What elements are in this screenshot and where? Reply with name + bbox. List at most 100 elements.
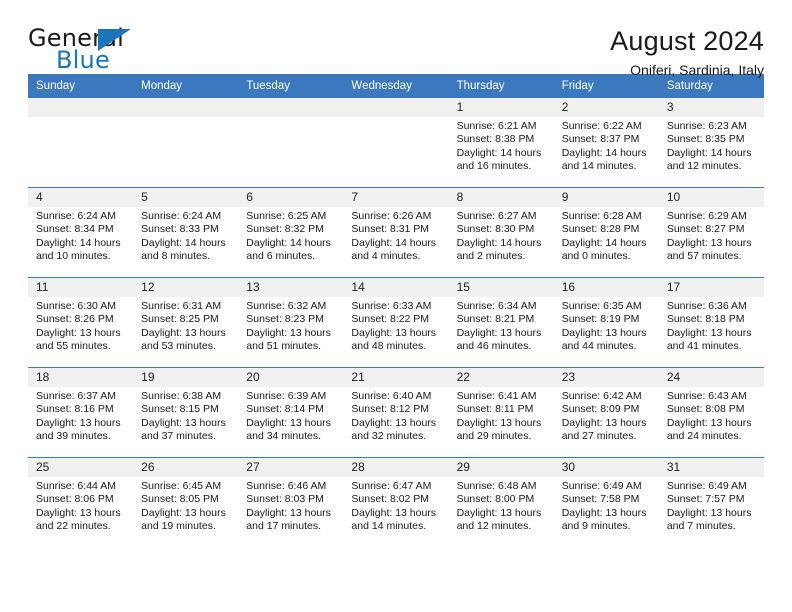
sunrise-text: Sunrise: 6:25 AM <box>246 210 327 222</box>
day-number: 13 <box>238 278 344 297</box>
sunset-text: Sunset: 8:02 PM <box>351 493 430 506</box>
calendar-day-cell[interactable]: 10 Sunrise: 6:29 AM Sunset: 8:27 PM Dayligh… <box>658 187 764 278</box>
day-number: 27 <box>238 458 344 477</box>
sunrise-text: Sunrise: 6:49 AM <box>666 480 747 492</box>
day-details: Sunrise: 6:47 AM Sunset: 8:02 PM Daylight:… <box>343 477 448 534</box>
sunset-text: Sunset: 8:38 PM <box>456 133 535 146</box>
calendar-day-cell[interactable]: 18 Sunrise: 6:37 AM Sunset: 8:16 PM Dayligh… <box>28 367 134 458</box>
calendar-day-cell[interactable]: 31 Sunrise: 6:49 AM Sunset: 7:57 PM Dayligh… <box>658 457 764 547</box>
calendar-day-cell[interactable]: 29 Sunrise: 6:48 AM Sunset: 8:00 PM Dayligh… <box>448 457 554 547</box>
calendar-day-cell[interactable]: 17 Sunrise: 6:36 AM Sunset: 8:18 PM Dayligh… <box>658 277 764 368</box>
calendar-day-cell[interactable]: 2 Sunrise: 6:22 AM Sunset: 8:37 PM Daylight… <box>553 98 659 188</box>
daylight-text: Daylight: 13 hours and 27 minutes. <box>561 416 647 443</box>
day-details: Sunrise: 6:32 AM Sunset: 8:23 PM Daylight:… <box>238 297 343 354</box>
daylight-text: Daylight: 13 hours and 32 minutes. <box>351 416 437 443</box>
day-number: 24 <box>658 368 764 387</box>
daylight-text: Daylight: 13 hours and 55 minutes. <box>36 326 121 353</box>
day-number: 7 <box>343 188 449 207</box>
calendar-week-row: 4 Sunrise: 6:24 AM Sunset: 8:34 PM Daylight… <box>28 187 764 278</box>
calendar-day-cell[interactable]: 23 Sunrise: 6:42 AM Sunset: 8:09 PM Dayligh… <box>553 367 659 458</box>
daylight-text: Daylight: 13 hours and 24 minutes. <box>666 416 752 443</box>
calendar-day-cell[interactable]: 14 Sunrise: 6:33 AM Sunset: 8:22 PM Dayligh… <box>343 277 449 368</box>
sunset-text: Sunset: 8:12 PM <box>351 403 430 416</box>
calendar-day-cell[interactable]: 9 Sunrise: 6:28 AM Sunset: 8:28 PM Daylight… <box>553 187 659 278</box>
calendar-day-cell[interactable]: 13 Sunrise: 6:32 AM Sunset: 8:23 PM Dayligh… <box>238 277 344 368</box>
sunset-text: Sunset: 7:58 PM <box>561 493 640 506</box>
calendar-day-cell[interactable]: 16 Sunrise: 6:35 AM Sunset: 8:19 PM Dayligh… <box>553 277 659 368</box>
sunrise-text: Sunrise: 6:37 AM <box>36 390 116 402</box>
sunrise-text: Sunrise: 6:27 AM <box>456 210 537 222</box>
day-details: Sunrise: 6:48 AM Sunset: 8:00 PM Daylight:… <box>449 477 554 534</box>
day-details: Sunrise: 6:41 AM Sunset: 8:11 PM Daylight:… <box>449 387 554 444</box>
daylight-text: Daylight: 13 hours and 12 minutes. <box>456 506 542 533</box>
sunset-text: Sunset: 8:31 PM <box>351 223 430 236</box>
calendar-day-cell[interactable]: 6 Sunrise: 6:25 AM Sunset: 8:32 PM Daylight… <box>238 187 344 278</box>
calendar-day-cell[interactable]: 30 Sunrise: 6:49 AM Sunset: 7:58 PM Dayligh… <box>553 457 659 547</box>
sunset-text: Sunset: 8:11 PM <box>456 403 534 416</box>
calendar-day-cell-empty <box>28 98 134 188</box>
day-number <box>28 98 134 117</box>
day-details: Sunrise: 6:23 AM Sunset: 8:35 PM Daylight:… <box>659 117 764 174</box>
daylight-text: Daylight: 13 hours and 29 minutes. <box>456 416 542 443</box>
calendar-day-cell[interactable]: 21 Sunrise: 6:40 AM Sunset: 8:12 PM Dayligh… <box>343 367 449 458</box>
day-number: 5 <box>133 188 239 207</box>
day-number: 11 <box>28 278 134 297</box>
sunset-text: Sunset: 8:35 PM <box>666 133 745 146</box>
weekday-header-thursday: Thursday <box>448 74 554 98</box>
calendar-day-cell[interactable]: 5 Sunrise: 6:24 AM Sunset: 8:33 PM Daylight… <box>133 187 239 278</box>
calendar-day-cell[interactable]: 27 Sunrise: 6:46 AM Sunset: 8:03 PM Dayligh… <box>238 457 344 547</box>
calendar-day-cell[interactable]: 1 Sunrise: 6:21 AM Sunset: 8:38 PM Daylight… <box>448 98 554 188</box>
day-details: Sunrise: 6:22 AM Sunset: 8:37 PM Daylight:… <box>554 117 659 174</box>
weekday-header-sunday: Sunday <box>28 74 134 98</box>
day-details: Sunrise: 6:29 AM Sunset: 8:27 PM Daylight:… <box>659 207 764 264</box>
calendar-day-cell[interactable]: 15 Sunrise: 6:34 AM Sunset: 8:21 PM Dayligh… <box>448 277 554 368</box>
day-number: 23 <box>553 368 659 387</box>
calendar-day-cell[interactable]: 4 Sunrise: 6:24 AM Sunset: 8:34 PM Daylight… <box>28 187 134 278</box>
sunset-text: Sunset: 8:09 PM <box>561 403 640 416</box>
day-number: 9 <box>553 188 659 207</box>
sunrise-text: Sunrise: 6:34 AM <box>456 300 537 312</box>
calendar-day-cell[interactable]: 11 Sunrise: 6:30 AM Sunset: 8:26 PM Dayligh… <box>28 277 134 368</box>
day-number: 30 <box>553 458 659 477</box>
day-number: 31 <box>658 458 764 477</box>
day-details: Sunrise: 6:24 AM Sunset: 8:33 PM Daylight:… <box>133 207 238 264</box>
calendar-day-cell[interactable]: 22 Sunrise: 6:41 AM Sunset: 8:11 PM Dayligh… <box>448 367 554 458</box>
sunrise-text: Sunrise: 6:39 AM <box>246 390 327 402</box>
calendar-day-cell[interactable]: 20 Sunrise: 6:39 AM Sunset: 8:14 PM Dayligh… <box>238 367 344 458</box>
calendar-day-cell[interactable]: 28 Sunrise: 6:47 AM Sunset: 8:02 PM Dayligh… <box>343 457 449 547</box>
day-number <box>343 98 449 117</box>
daylight-text: Daylight: 14 hours and 8 minutes. <box>141 236 226 263</box>
page-title: August 2024 <box>610 26 764 56</box>
calendar-day-cell-empty <box>238 98 344 188</box>
calendar-day-cell[interactable]: 3 Sunrise: 6:23 AM Sunset: 8:35 PM Daylight… <box>658 98 764 188</box>
day-details: Sunrise: 6:42 AM Sunset: 8:09 PM Daylight:… <box>554 387 659 444</box>
calendar-day-cell[interactable]: 7 Sunrise: 6:26 AM Sunset: 8:31 PM Daylight… <box>343 187 449 278</box>
day-number: 4 <box>28 188 134 207</box>
sunrise-text: Sunrise: 6:24 AM <box>36 210 116 222</box>
daylight-text: Daylight: 14 hours and 10 minutes. <box>36 236 121 263</box>
calendar-day-cell[interactable]: 12 Sunrise: 6:31 AM Sunset: 8:25 PM Dayligh… <box>133 277 239 368</box>
sunrise-text: Sunrise: 6:47 AM <box>351 480 432 492</box>
day-details: Sunrise: 6:49 AM Sunset: 7:58 PM Daylight:… <box>554 477 659 534</box>
day-details: Sunrise: 6:49 AM Sunset: 7:57 PM Daylight:… <box>659 477 764 534</box>
weekday-header-tuesday: Tuesday <box>238 74 344 98</box>
calendar-day-cell-empty <box>343 98 449 188</box>
daylight-text: Daylight: 13 hours and 46 minutes. <box>456 326 542 353</box>
sunset-text: Sunset: 8:05 PM <box>141 493 219 506</box>
calendar-day-cell[interactable]: 24 Sunrise: 6:43 AM Sunset: 8:08 PM Dayligh… <box>658 367 764 458</box>
sunrise-text: Sunrise: 6:43 AM <box>666 390 747 402</box>
daylight-text: Daylight: 14 hours and 0 minutes. <box>561 236 647 263</box>
sunrise-text: Sunrise: 6:30 AM <box>36 300 116 312</box>
sunrise-text: Sunrise: 6:33 AM <box>351 300 432 312</box>
calendar-day-cell[interactable]: 25 Sunrise: 6:44 AM Sunset: 8:06 PM Dayligh… <box>28 457 134 547</box>
day-number: 22 <box>448 368 554 387</box>
calendar-day-cell[interactable]: 19 Sunrise: 6:38 AM Sunset: 8:15 PM Dayligh… <box>133 367 239 458</box>
sunrise-text: Sunrise: 6:31 AM <box>141 300 222 312</box>
sunrise-text: Sunrise: 6:22 AM <box>561 120 642 132</box>
daylight-text: Daylight: 13 hours and 41 minutes. <box>666 326 752 353</box>
calendar-day-cell[interactable]: 26 Sunrise: 6:45 AM Sunset: 8:05 PM Dayligh… <box>133 457 239 547</box>
calendar-day-cell[interactable]: 8 Sunrise: 6:27 AM Sunset: 8:30 PM Daylight… <box>448 187 554 278</box>
sunset-text: Sunset: 8:19 PM <box>561 313 640 326</box>
general-blue-logo[interactable]: General Blue <box>28 26 143 74</box>
day-number: 2 <box>553 98 659 117</box>
